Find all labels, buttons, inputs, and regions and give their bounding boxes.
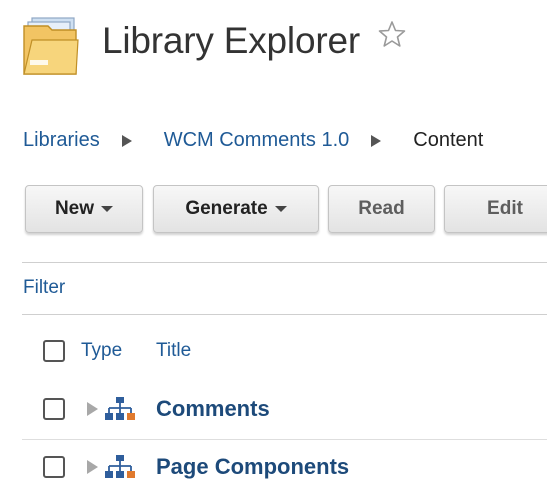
triangle-right-icon [114,133,150,147]
folder-icon [23,17,79,75]
divider [22,262,547,263]
read-button[interactable]: Read [328,185,435,233]
triangle-right-icon [363,133,399,147]
column-header-title[interactable]: Title [156,340,191,362]
expand-arrow-icon[interactable] [87,402,98,416]
page-title: Library Explorer [102,20,360,61]
chevron-down-icon [101,206,114,212]
library-explorer-page: Library Explorer Libraries WCM Comments … [0,0,547,500]
star-icon[interactable] [378,20,406,48]
divider [22,314,547,315]
read-button-label: Read [358,198,405,219]
edit-button-label: Edit [487,198,523,219]
breadcrumb-libraries[interactable]: Libraries [23,129,100,152]
new-button-label: New [54,198,95,219]
breadcrumb-wcm-comments[interactable]: WCM Comments 1.0 [164,129,350,152]
new-button[interactable]: New [25,185,143,233]
column-header-type[interactable]: Type [81,340,122,362]
edit-button[interactable]: Edit [444,185,547,233]
row-checkbox[interactable] [43,456,65,478]
generate-button-label: Generate [185,198,268,219]
filter-link[interactable]: Filter [23,277,65,299]
chevron-down-icon [274,206,287,212]
row-checkbox[interactable] [43,398,65,420]
row-title-link[interactable]: Page Components [156,454,349,480]
row-title-link[interactable]: Comments [156,396,270,422]
expand-arrow-icon[interactable] [87,460,98,474]
breadcrumb: Libraries WCM Comments 1.0 Content [23,127,483,153]
select-all-checkbox[interactable] [43,340,65,362]
row-divider [22,439,547,440]
breadcrumb-content: Content [413,128,484,151]
site-area-icon [105,455,135,478]
site-area-icon [105,397,135,420]
generate-button[interactable]: Generate [153,185,319,233]
